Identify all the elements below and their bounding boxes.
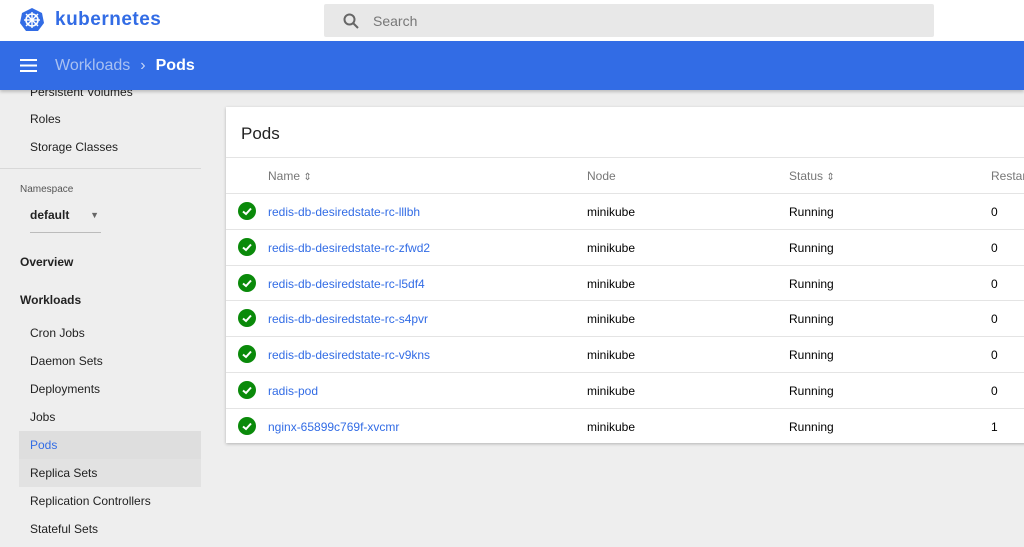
column-name-label: Name	[268, 169, 301, 183]
pod-node: minikube	[587, 348, 636, 363]
check-circle-icon	[238, 202, 256, 220]
table-row: redis-db-desiredstate-rc-lllbh minikube …	[226, 193, 1024, 229]
sidebar-item-stateful-sets[interactable]: Stateful Sets	[19, 515, 201, 543]
kubernetes-wheel-icon	[20, 8, 44, 31]
sidebar-item-roles[interactable]: Roles	[19, 105, 201, 133]
pod-node: minikube	[587, 276, 636, 291]
pod-restarts: 0	[991, 384, 998, 398]
check-circle-icon	[238, 416, 256, 435]
sidebar-item-daemon-sets[interactable]: Daemon Sets	[19, 347, 201, 375]
sidebar-item-replica-sets[interactable]: Replica Sets	[19, 459, 201, 487]
sidebar-item-replication-controllers[interactable]: Replication Controllers	[19, 487, 201, 515]
sidebar-item-persistent-volumes[interactable]: Persistent Volumes	[19, 90, 201, 106]
pod-status: Running	[789, 348, 834, 363]
sidebar-item-workloads[interactable]: Workloads	[20, 293, 81, 307]
check-circle-icon	[238, 237, 256, 256]
pods-card: Pods Name ⇕ Node Status ⇕ Restarts redis…	[226, 107, 1024, 443]
sidebar-item-deployments[interactable]: Deployments	[19, 375, 201, 403]
sidebar-item-storage-classes[interactable]: Storage Classes	[19, 133, 201, 161]
search-input[interactable]: Search	[324, 4, 934, 37]
card-title: Pods	[241, 124, 280, 143]
pod-name-link[interactable]: radis-pod	[268, 384, 318, 398]
breadcrumb-workloads[interactable]: Workloads	[55, 57, 130, 75]
pod-node: minikube	[587, 240, 636, 255]
table-row: nginx-65899c769f-xvcmr minikube Running …	[226, 407, 1024, 444]
pod-name-link[interactable]: redis-db-desiredstate-rc-l5df4	[268, 277, 425, 291]
check-circle-icon	[238, 273, 256, 292]
top-header: kubernetes Search	[0, 0, 1024, 41]
divider	[0, 168, 201, 169]
namespace-label: Namespace	[20, 184, 74, 195]
pod-status: Running	[789, 276, 834, 291]
pod-status: Running	[789, 240, 834, 255]
breadcrumb-current: Pods	[155, 56, 195, 74]
menu-icon[interactable]	[20, 59, 37, 72]
sort-icon: ⇕	[303, 172, 312, 183]
column-status[interactable]: Status ⇕	[789, 169, 835, 183]
table-row: redis-db-desiredstate-rc-zfwd2 minikube …	[226, 228, 1024, 265]
check-circle-icon	[238, 381, 256, 399]
table-row: radis-pod minikube Running 0	[226, 372, 1024, 408]
pod-restarts: 0	[991, 205, 998, 219]
pod-node: minikube	[587, 384, 636, 398]
dropdown-arrow-icon: ▼	[90, 210, 99, 220]
pod-node: minikube	[587, 205, 636, 219]
column-status-label: Status	[789, 169, 824, 183]
table-header: Name ⇕ Node Status ⇕ Restarts	[226, 157, 1024, 193]
logo-text: kubernetes	[55, 9, 162, 30]
search-icon	[343, 13, 359, 29]
column-node: Node	[587, 169, 616, 183]
pod-restarts: 1	[991, 419, 998, 434]
sidebar-item-pods[interactable]: Pods	[19, 431, 201, 459]
pod-restarts: 0	[991, 348, 998, 363]
chevron-right-icon: ›	[140, 56, 146, 74]
check-circle-icon	[238, 345, 256, 364]
pod-node: minikube	[587, 419, 636, 434]
search-placeholder: Search	[373, 12, 418, 29]
pod-restarts: 0	[991, 240, 998, 255]
pod-restarts: 0	[991, 312, 998, 327]
table-row: redis-db-desiredstate-rc-l5df4 minikube …	[226, 264, 1024, 301]
pod-status: Running	[789, 384, 834, 398]
pod-node: minikube	[587, 312, 636, 327]
kubernetes-logo[interactable]: kubernetes	[19, 7, 161, 33]
pod-restarts: 0	[991, 276, 998, 291]
sidebar-item-cron-jobs[interactable]: Cron Jobs	[19, 319, 201, 347]
table-row: redis-db-desiredstate-rc-v9kns minikube …	[226, 336, 1024, 372]
table-row: redis-db-desiredstate-rc-s4pvr minikube …	[226, 300, 1024, 336]
check-circle-icon	[238, 309, 256, 328]
pod-name-link[interactable]: redis-db-desiredstate-rc-lllbh	[268, 205, 420, 219]
sort-icon: ⇕	[826, 172, 835, 183]
pod-name-link[interactable]: redis-db-desiredstate-rc-zfwd2	[268, 241, 430, 255]
namespace-value: default	[30, 208, 70, 222]
pod-status: Running	[789, 312, 834, 327]
column-restarts: Restarts	[991, 169, 1024, 183]
pod-name-link[interactable]: redis-db-desiredstate-rc-v9kns	[268, 348, 430, 362]
sidebar-item-jobs[interactable]: Jobs	[19, 403, 201, 431]
breadcrumb-bar: Workloads › Pods	[0, 41, 1024, 90]
pod-name-link[interactable]: redis-db-desiredstate-rc-s4pvr	[268, 312, 428, 326]
sidebar: Persistent Volumes Roles Storage Classes…	[0, 90, 210, 547]
column-name[interactable]: Name ⇕	[268, 169, 312, 183]
namespace-select[interactable]: default ▼	[30, 208, 101, 233]
pod-status: Running	[789, 419, 834, 434]
pod-status: Running	[789, 205, 834, 219]
pod-name-link[interactable]: nginx-65899c769f-xvcmr	[268, 420, 399, 434]
sidebar-item-overview[interactable]: Overview	[20, 255, 73, 269]
